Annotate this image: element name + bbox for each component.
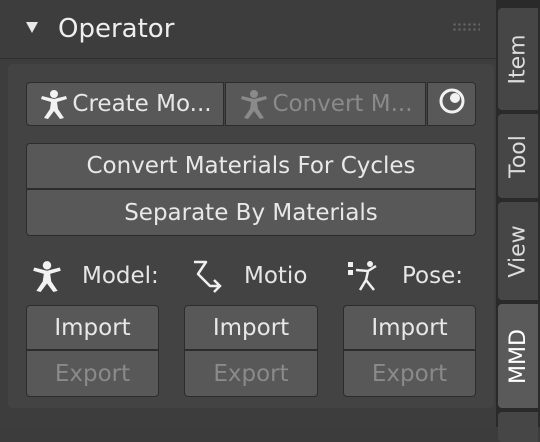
person-icon [30,259,64,297]
sidebar-tabs: Item Tool View MMD [496,0,540,442]
create-model-button[interactable]: Create Mo... [26,82,224,126]
circle-dot-icon [437,86,467,122]
pose-label: Pose: [402,263,464,289]
separate-materials-label: Separate By Materials [124,199,378,226]
collapse-triangle-icon[interactable] [26,22,38,33]
tab-mmd-label: MMD [505,328,531,384]
tab-item-label: Item [505,33,531,85]
model-import-label: Import [54,314,131,341]
separate-materials-button[interactable]: Separate By Materials [26,189,476,236]
operator-panel: Operator Create Mo... Convert M... Conve… [0,0,496,427]
drag-grip-icon[interactable] [452,22,480,32]
tab-mmd[interactable]: MMD [498,304,538,408]
motion-import-button[interactable]: Import [184,305,318,350]
convert-materials-button[interactable]: Convert Materials For Cycles [26,143,476,189]
convert-model-button[interactable]: Convert M... [225,82,426,126]
panel-title: Operator [58,14,175,44]
tab-tool-label: Tool [505,134,531,178]
motion-import-label: Import [212,314,290,341]
tab-tool[interactable]: Tool [498,114,538,198]
motion-export-label: Export [213,360,289,387]
toggle-button[interactable] [427,82,476,126]
pose-import-button[interactable]: Import [343,305,476,350]
model-export-label: Export [54,360,131,387]
tab-view[interactable]: View [498,202,538,300]
motion-arrow-icon [188,258,224,298]
convert-materials-label: Convert Materials For Cycles [86,153,416,179]
pose-import-label: Import [371,314,448,341]
person-icon [238,88,270,120]
tab-view-label: View [505,224,531,278]
motion-export-button[interactable]: Export [184,350,318,397]
person-icon [38,88,70,120]
model-label: Model: [82,263,159,289]
motion-label: Motio [244,263,308,289]
pose-icon [346,258,382,298]
convert-model-label: Convert M... [272,91,413,117]
panel-header[interactable]: Operator [0,0,496,59]
pose-export-button[interactable]: Export [343,350,476,397]
create-model-label: Create Mo... [72,91,212,117]
tab-item[interactable]: Item [498,8,538,110]
model-import-button[interactable]: Import [26,305,159,350]
model-export-button[interactable]: Export [26,350,159,397]
pose-export-label: Export [371,360,448,387]
tab-more[interactable] [498,412,538,442]
